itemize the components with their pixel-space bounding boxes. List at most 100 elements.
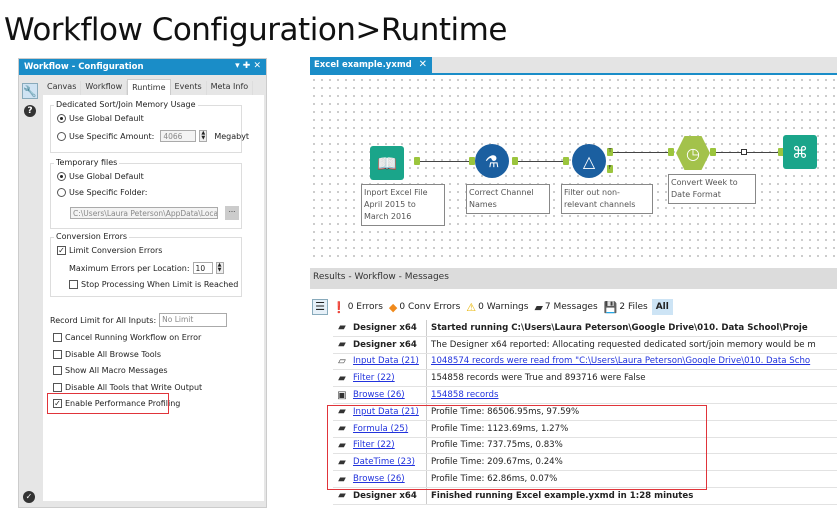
memory-specific-radio[interactable]: Use Specific Amount: 4066 ▲ ▼ Megabyt bbox=[57, 130, 249, 142]
checkbox-show-all-macro-messages[interactable]: Show All Macro Messages bbox=[53, 366, 168, 375]
message-icon: ▰ bbox=[534, 300, 543, 314]
tab-meta-info[interactable]: Meta Info bbox=[207, 81, 254, 95]
warning-filter[interactable]: ⚠ 0 Warnings bbox=[466, 301, 528, 314]
warning-icon: ⚠ bbox=[466, 300, 477, 314]
filter-label: 0 Warnings bbox=[478, 302, 529, 312]
group-title: Dedicated Sort/Join Memory Usage bbox=[54, 100, 198, 109]
results-toolbar: ☰ ❗ 0 Errors ◆ 0 Conv Errors ⚠ 0 Warnings ▰ 7 M… bbox=[312, 295, 837, 319]
memory-spinner[interactable]: ▲ ▼ bbox=[199, 130, 208, 142]
tab-events[interactable]: Events bbox=[171, 81, 207, 95]
false-anchor[interactable]: F bbox=[607, 165, 613, 173]
message-filter[interactable]: ▰ 7 Messages bbox=[534, 301, 597, 314]
checkbox[interactable] bbox=[53, 333, 62, 342]
conversion-errors-group: Conversion Errors ✓ Limit Conversion Erro… bbox=[50, 232, 242, 297]
conv-error-icon: ◆ bbox=[388, 300, 398, 314]
checkbox[interactable] bbox=[53, 349, 62, 359]
message-icon: ▰ bbox=[338, 322, 346, 334]
record-limit-input[interactable]: No Limit bbox=[159, 313, 228, 327]
radio-label: Use Specific Folder: bbox=[69, 188, 148, 197]
tab-workflow[interactable]: Workflow bbox=[81, 81, 128, 95]
checkbox-label: Disable All Browse Tools bbox=[65, 349, 162, 359]
book-icon[interactable]: 📖 bbox=[370, 146, 404, 180]
radio-label: Use Specific Amount: bbox=[69, 131, 155, 141]
temp-folder-input[interactable]: C:\Users\Laura Peterson\AppData\Local\ bbox=[70, 207, 218, 219]
record-limit-label: Record Limit for All Inputs: bbox=[50, 315, 157, 325]
tool-name[interactable]: Filter (22) bbox=[353, 373, 395, 383]
workflow-canvas[interactable]: T F 📖 ⚗ △ ◷ ⌘ Inport Excel File April 20… bbox=[310, 76, 837, 262]
max-errors-input[interactable]: 10 bbox=[192, 262, 213, 274]
checkbox-cancel-running-workflow-on-error[interactable]: Cancel Running Workflow on Error bbox=[53, 333, 201, 342]
tab-canvas[interactable]: Canvas bbox=[43, 81, 82, 95]
tab-excel-example[interactable]: Excel example.yxmd ✕ bbox=[310, 57, 432, 73]
checkbox[interactable] bbox=[53, 366, 62, 375]
error-filter[interactable]: ❗ 0 Errors bbox=[332, 301, 383, 314]
tool-name[interactable]: Input Data (21) bbox=[353, 356, 419, 366]
node-label[interactable]: Filter out non-relevant channels bbox=[561, 184, 653, 214]
table-row[interactable]: ▰ Designer x64 The Designer x64 reported: … bbox=[333, 336, 837, 354]
conv-error-filter[interactable]: ◆ 0 Conv Errors bbox=[389, 301, 460, 314]
temp-files-group: Temporary files Use Global Default Use S… bbox=[50, 158, 242, 229]
table-row[interactable]: ▰ Designer x64 Started running C:\Users\La… bbox=[333, 320, 837, 337]
message-text[interactable]: 1048574 records were read from "C:\Users… bbox=[427, 356, 810, 366]
checkbox-label: Disable All Tools that Write Output bbox=[65, 382, 203, 392]
profile-highlight bbox=[327, 405, 707, 490]
panel-controls[interactable]: ▾ ✚ ✕ bbox=[235, 61, 261, 71]
page-title: Workflow Configuration>Runtime bbox=[4, 12, 507, 48]
max-errors-label: Maximum Errors per Location: bbox=[69, 263, 190, 273]
checkbox-disable-all-tools-that-write-output[interactable]: Disable All Tools that Write Output bbox=[53, 382, 203, 392]
clock-icon[interactable]: ◷ bbox=[676, 136, 710, 170]
message-text[interactable]: 154858 records bbox=[427, 390, 498, 400]
checkbox-label: Limit Conversion Errors bbox=[69, 246, 163, 255]
error-icon: ❗ bbox=[332, 300, 346, 314]
message-icon: ▰ bbox=[338, 372, 346, 384]
limit-conversion-checkbox[interactable]: ✓ Limit Conversion Errors bbox=[57, 246, 162, 255]
node-label[interactable]: Correct Channel Names bbox=[466, 184, 550, 214]
memory-global-radio[interactable]: Use Global Default bbox=[57, 114, 144, 123]
tab-runtime[interactable]: Runtime bbox=[127, 79, 171, 95]
node-label[interactable]: Convert Week to Date Format bbox=[668, 174, 756, 204]
table-row[interactable]: ▰ Filter (22) 154858 records were True and… bbox=[333, 370, 837, 388]
side-strip: 🔧 ? bbox=[22, 83, 42, 123]
flask-icon[interactable]: ⚗ bbox=[475, 144, 509, 178]
check-circle-icon: ✓ bbox=[23, 491, 35, 503]
tab-label: Excel example.yxmd bbox=[314, 60, 412, 70]
temp-specific-radio[interactable]: Use Specific Folder: bbox=[57, 188, 147, 197]
close-icon[interactable]: ✕ bbox=[419, 59, 427, 70]
temp-global-radio[interactable]: Use Global Default bbox=[57, 172, 144, 181]
message-text: 154858 records were True and 893716 were… bbox=[431, 373, 646, 384]
max-errors-spinner[interactable]: ▲ ▼ bbox=[215, 262, 224, 274]
true-anchor[interactable]: T bbox=[607, 148, 613, 156]
checkbox-disable-all-browse-tools[interactable]: Disable All Browse Tools bbox=[53, 349, 162, 359]
stop-processing-checkbox[interactable]: Stop Processing When Limit is Reached bbox=[69, 280, 238, 289]
tool-name: Designer x64 bbox=[353, 490, 417, 501]
filter-icon[interactable]: △ bbox=[572, 144, 606, 178]
file-icon: ▣ bbox=[337, 389, 347, 401]
group-title: Temporary files bbox=[54, 158, 120, 167]
binoculars-icon[interactable]: ⌘ bbox=[783, 135, 817, 169]
filter-label: 0 Conv Errors bbox=[399, 302, 461, 312]
tool-name: Designer x64 bbox=[353, 322, 417, 333]
tool-name[interactable]: Browse (26) bbox=[353, 390, 405, 400]
checkbox[interactable] bbox=[53, 382, 62, 392]
help-icon[interactable]: ? bbox=[22, 103, 38, 119]
file-icon: 💾 bbox=[603, 300, 618, 314]
message-icon: ▰ bbox=[338, 490, 346, 502]
workflow-configuration-panel: Workflow - Configuration ▾ ✚ ✕ 🔧 ? Canva… bbox=[18, 58, 267, 508]
file-filter[interactable]: 💾 2 Files bbox=[604, 301, 648, 314]
filter-all-button[interactable]: All bbox=[651, 299, 673, 315]
table-row[interactable]: ▰ Designer x64 Finished running Excel exam… bbox=[333, 487, 837, 505]
memory-amount-input[interactable]: 4066 bbox=[160, 130, 197, 142]
radio-label: Use Global Default bbox=[69, 172, 144, 181]
wrench-icon[interactable]: 🔧 bbox=[22, 83, 38, 99]
filter-label: 0 Errors bbox=[347, 302, 383, 312]
checkbox-label: Show All Macro Messages bbox=[65, 366, 168, 375]
node-label[interactable]: Inport Excel File April 2015 to March 20… bbox=[361, 184, 445, 226]
table-row[interactable]: ▱ Input Data (21) 1048574 records were rea… bbox=[333, 353, 837, 371]
list-view-icon[interactable]: ☰ bbox=[312, 299, 328, 315]
results-header: Results - Workflow - Messages bbox=[310, 268, 837, 289]
table-row[interactable]: ▣ Browse (26) 154858 records bbox=[333, 387, 837, 404]
browse-folder-button[interactable]: ... bbox=[225, 206, 239, 220]
message-text: The Designer x64 reported: Allocating re… bbox=[431, 339, 816, 350]
config-tabs: Canvas Workflow Runtime Events Meta Info bbox=[43, 79, 254, 95]
group-title: Conversion Errors bbox=[54, 232, 130, 241]
